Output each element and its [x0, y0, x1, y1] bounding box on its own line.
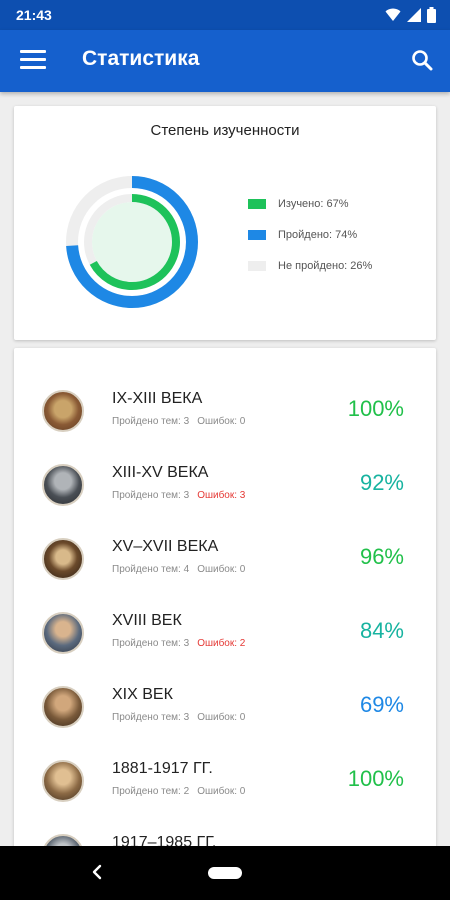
- period-stats: Пройдено тем: 3 Ошибок: 0: [112, 416, 245, 427]
- period-title: XV–XVII ВЕКА: [112, 538, 219, 555]
- period-title: XIX ВЕК: [112, 686, 173, 703]
- passed-topics: Пройдено тем: 3: [112, 638, 190, 649]
- period-row[interactable]: 1881-1917 ГГ. Пройдено тем: 2 Ошибок: 0 1…: [14, 744, 436, 818]
- period-row[interactable]: IX-XIII ВЕКА Пройдено тем: 3 Ошибок: 0 10…: [14, 374, 436, 448]
- period-avatar: [42, 464, 84, 506]
- period-stats: Пройдено тем: 3 Ошибок: 3: [112, 490, 245, 501]
- period-title: 1881-1917 ГГ.: [112, 760, 213, 777]
- period-row[interactable]: XVIII ВЕК Пройдено тем: 3 Ошибок: 2 84%: [14, 596, 436, 670]
- progress-donut-chart: [66, 176, 198, 308]
- period-percent: 100%: [347, 396, 404, 421]
- legend-label: Пройдено: 74%: [278, 228, 358, 241]
- period-percent: 84%: [359, 618, 404, 643]
- menu-icon[interactable]: [20, 50, 46, 72]
- page-title: Статистика: [82, 47, 200, 70]
- period-title: XIII-XV ВЕКА: [112, 464, 209, 481]
- passed-topics: Пройдено тем: 3: [112, 490, 190, 501]
- error-count: Ошибок: 2: [197, 638, 246, 649]
- period-title: XVIII ВЕК: [112, 612, 182, 629]
- error-count: Ошибок: 0: [197, 564, 246, 575]
- stats-title: Степень изученности: [150, 122, 300, 139]
- status-icons: [385, 7, 436, 23]
- legend-item: Пройдено: 74%: [248, 219, 372, 250]
- legend-item: Не пройдено: 26%: [248, 250, 372, 281]
- system-nav-bar: [0, 846, 450, 900]
- donut-center: [92, 202, 172, 282]
- battery-icon: [427, 7, 436, 23]
- stats-card: Степень изученности Изучено: 67% Пройден…: [14, 106, 436, 340]
- passed-topics: Пройдено тем: 4: [112, 564, 190, 575]
- period-avatar: [42, 538, 84, 580]
- periods-list: IX-XIII ВЕКА Пройдено тем: 3 Ошибок: 0 10…: [14, 348, 436, 868]
- period-stats: Пройдено тем: 4 Ошибок: 0: [112, 564, 245, 575]
- period-title: IX-XIII ВЕКА: [112, 390, 203, 407]
- period-percent: 96%: [359, 544, 404, 569]
- wifi-icon: [385, 8, 401, 21]
- period-stats: Пройдено тем: 3 Ошибок: 2: [112, 638, 245, 649]
- period-stats: Пройдено тем: 3 Ошибок: 0: [112, 712, 245, 723]
- period-row[interactable]: XIX ВЕК Пройдено тем: 3 Ошибок: 0 69%: [14, 670, 436, 744]
- search-icon[interactable]: [410, 48, 434, 72]
- legend-item: Изучено: 67%: [248, 188, 372, 219]
- status-time: 21:43: [16, 7, 52, 23]
- status-bar: 21:43: [0, 0, 450, 30]
- period-percent: 69%: [359, 692, 404, 717]
- period-avatar: [42, 612, 84, 654]
- period-avatar: [42, 686, 84, 728]
- passed-topics: Пройдено тем: 2: [112, 786, 190, 797]
- error-count: Ошибок: 0: [197, 786, 246, 797]
- legend-label: Изучено: 67%: [278, 197, 349, 210]
- signal-icon: [407, 8, 421, 22]
- passed-topics: Пройдено тем: 3: [112, 416, 190, 427]
- home-icon[interactable]: [208, 867, 242, 879]
- error-count: Ошибок: 0: [197, 416, 246, 427]
- back-icon[interactable]: [86, 860, 108, 884]
- period-row[interactable]: XV–XVII ВЕКА Пройдено тем: 4 Ошибок: 0 96…: [14, 522, 436, 596]
- legend-swatch: [248, 229, 266, 240]
- legend-swatch: [248, 260, 266, 271]
- legend-swatch: [248, 198, 266, 209]
- period-percent: 92%: [359, 470, 404, 495]
- legend-label: Не пройдено: 26%: [278, 259, 373, 272]
- period-stats: Пройдено тем: 2 Ошибок: 0: [112, 786, 245, 797]
- period-percent: 100%: [347, 766, 404, 791]
- period-row[interactable]: XIII-XV ВЕКА Пройдено тем: 3 Ошибок: 3 92…: [14, 448, 436, 522]
- chart-legend: Изучено: 67% Пройдено: 74% Не пройдено: …: [248, 188, 372, 281]
- error-count: Ошибок: 0: [197, 712, 246, 723]
- error-count: Ошибок: 3: [197, 490, 246, 501]
- passed-topics: Пройдено тем: 3: [112, 712, 190, 723]
- period-avatar: [42, 390, 84, 432]
- app-bar: Статистика: [0, 30, 450, 92]
- period-avatar: [42, 760, 84, 802]
